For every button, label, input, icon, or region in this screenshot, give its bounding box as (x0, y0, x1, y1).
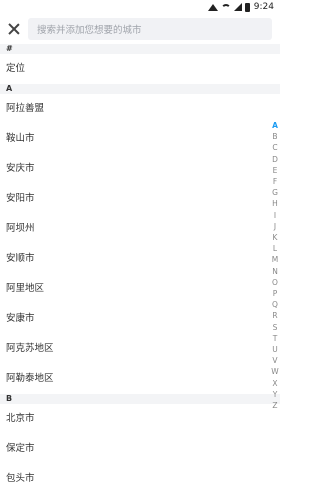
wifi-icon (220, 3, 231, 11)
alphabet-index-bar[interactable]: A B C D E F G H I J K L M N O P Q R S T … (270, 120, 280, 411)
status-icons (207, 2, 250, 12)
index-letter[interactable]: Z (272, 400, 277, 411)
city-item-locate[interactable]: 定位 (0, 54, 280, 84)
city-item[interactable]: 阿坝州 (0, 214, 280, 244)
city-item[interactable]: 安康市 (0, 304, 280, 334)
index-letter[interactable]: J (274, 221, 276, 232)
close-icon[interactable] (6, 21, 22, 37)
index-letter[interactable]: K (273, 232, 278, 243)
index-letter[interactable]: Q (272, 299, 278, 310)
index-letter[interactable]: S (273, 322, 278, 333)
city-item[interactable]: 保定市 (0, 434, 280, 464)
index-letter-a[interactable]: A (272, 120, 278, 131)
search-input[interactable]: 搜索并添加您想要的城市 (28, 18, 272, 40)
index-letter[interactable]: H (272, 198, 278, 209)
index-letter[interactable]: I (274, 210, 276, 221)
city-item[interactable]: 鞍山市 (0, 124, 280, 154)
battery-icon (244, 2, 250, 12)
index-letter[interactable]: Y (273, 389, 278, 400)
index-letter[interactable]: O (272, 277, 278, 288)
city-item[interactable]: 安阳市 (0, 184, 280, 214)
city-item[interactable]: 阿勒泰地区 (0, 364, 280, 394)
index-letter[interactable]: D (272, 154, 278, 165)
city-item[interactable]: 包头市 (0, 464, 280, 494)
city-item[interactable]: 北京市 (0, 404, 280, 434)
index-letter[interactable]: W (271, 366, 278, 377)
index-letter[interactable]: N (272, 266, 278, 277)
index-letter[interactable]: M (272, 254, 278, 265)
index-letter[interactable]: T (273, 333, 278, 344)
city-item[interactable]: 阿克苏地区 (0, 334, 280, 364)
index-letter[interactable]: G (272, 187, 278, 198)
index-letter[interactable]: P (273, 288, 278, 299)
city-item[interactable]: 安顺市 (0, 244, 280, 274)
section-header-b: B (0, 394, 280, 404)
index-letter[interactable]: U (272, 344, 278, 355)
search-header: 搜索并添加您想要的城市 (0, 14, 280, 44)
index-letter[interactable]: E (273, 165, 278, 176)
index-letter[interactable]: X (272, 378, 277, 389)
cell-signal-icon (233, 3, 242, 11)
section-header-a: A (0, 84, 280, 94)
status-time: 9:24 (253, 2, 274, 12)
download-indicator-icon (207, 3, 218, 11)
status-bar: 9:24 (0, 0, 280, 14)
index-letter[interactable]: L (273, 243, 277, 254)
search-placeholder: 搜索并添加您想要的城市 (37, 25, 142, 36)
index-letter[interactable]: B (272, 131, 277, 142)
city-item[interactable]: 安庆市 (0, 154, 280, 184)
city-list: # 定位 A 阿拉善盟 鞍山市 安庆市 安阳市 阿坝州 安顺市 阿里地区 安康市… (0, 44, 280, 494)
city-item[interactable]: 阿里地区 (0, 274, 280, 304)
index-letter[interactable]: F (273, 176, 277, 187)
index-letter[interactable]: R (272, 310, 277, 321)
index-letter[interactable]: C (272, 142, 277, 153)
city-item[interactable]: 阿拉善盟 (0, 94, 280, 124)
index-letter[interactable]: V (272, 355, 277, 366)
section-header-hash: # (0, 44, 280, 54)
